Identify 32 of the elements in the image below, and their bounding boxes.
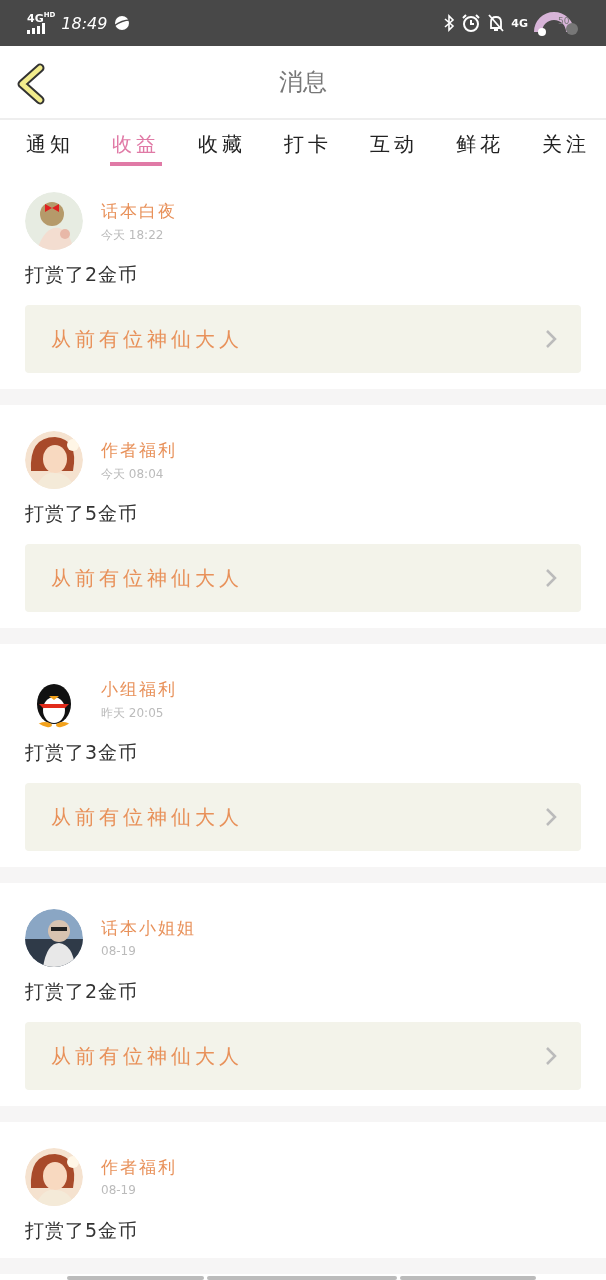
- page-title: 消息: [279, 67, 327, 98]
- planet-icon: [113, 14, 132, 32]
- message-text: 打赏了2金币: [25, 262, 140, 286]
- message-text: 打赏了3金币: [25, 740, 140, 764]
- message-time: 08-19: [101, 944, 137, 958]
- tab[interactable]: 关注: [540, 120, 592, 166]
- alarm-icon: [461, 13, 482, 33]
- tab[interactable]: 鲜花: [454, 120, 506, 166]
- message-text: 打赏了5金币: [25, 501, 140, 525]
- sender-name: 话本小姐姐: [101, 917, 196, 940]
- chevron-right-icon: [545, 568, 557, 588]
- message-time: 08-19: [101, 1183, 137, 1197]
- message-text: 打赏了2金币: [25, 979, 140, 1003]
- message-time: 今天 18:22: [101, 227, 165, 244]
- chevron-right-icon: [545, 329, 557, 349]
- tab[interactable]: 通知: [24, 120, 76, 166]
- sender-name: 小组福利: [101, 678, 177, 701]
- bluetooth-icon: [443, 14, 456, 32]
- message-time: 今天 08:04: [101, 466, 165, 483]
- message-text: 打赏了5金币: [25, 1218, 140, 1242]
- tab[interactable]: 收藏: [196, 120, 248, 166]
- sender-name: 话本白夜: [101, 200, 177, 223]
- message-time: 昨天 20:05: [101, 705, 165, 722]
- sender-name: 作者福利: [101, 1156, 177, 1179]
- chevron-right-icon: [545, 1046, 557, 1066]
- tab[interactable]: 打卡: [282, 120, 334, 166]
- clock-time: 18:49: [61, 13, 108, 33]
- chevron-right-icon: [545, 807, 557, 827]
- tab[interactable]: 互动: [368, 120, 420, 166]
- network-type: 4G: [511, 16, 528, 30]
- bell-off-icon: [487, 13, 506, 33]
- sender-name: 作者福利: [101, 439, 177, 462]
